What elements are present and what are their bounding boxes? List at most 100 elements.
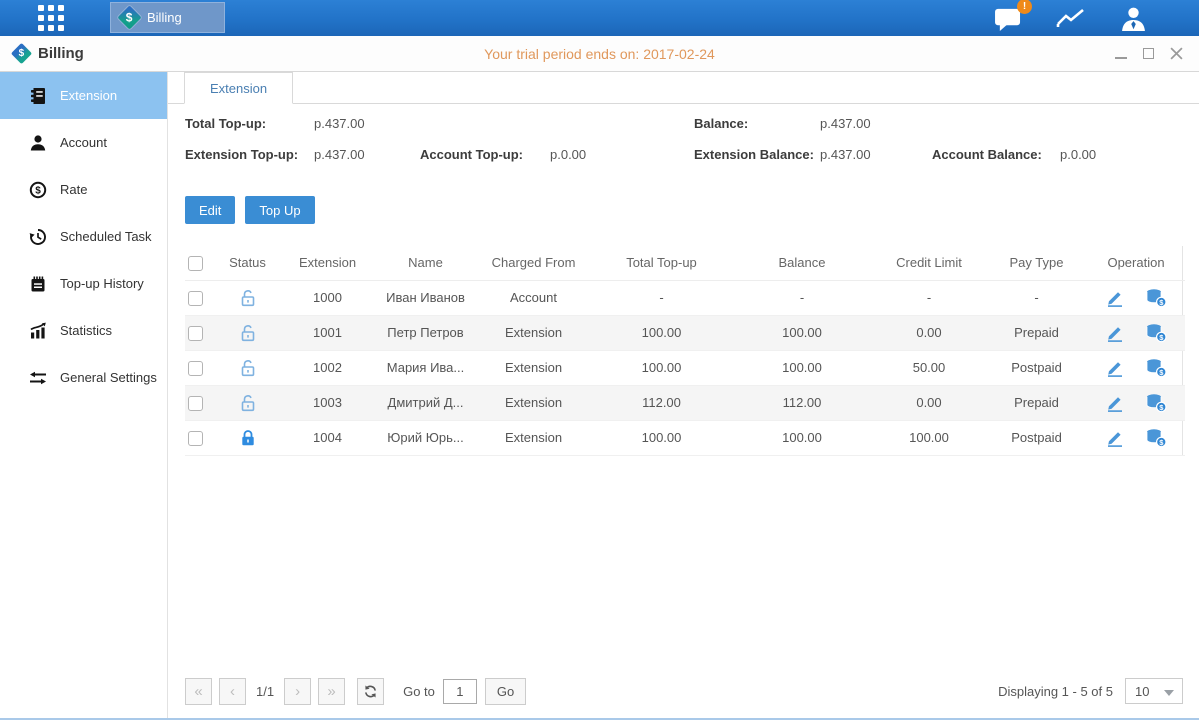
- close-button[interactable]: [1170, 47, 1183, 60]
- general-settings-sliders-icon: [29, 369, 47, 387]
- row-topup-icon[interactable]: $: [1145, 323, 1167, 343]
- col-header-balance: Balance: [732, 246, 872, 280]
- cell-extension: 1000: [280, 280, 375, 315]
- col-header-name: Name: [375, 246, 476, 280]
- refresh-button[interactable]: [357, 678, 384, 705]
- row-topup-icon[interactable]: $: [1145, 288, 1167, 308]
- sidebar-item-rate[interactable]: $ Rate: [0, 166, 167, 213]
- row-checkbox[interactable]: [188, 291, 203, 306]
- table-row[interactable]: 1004 Юрий Юрь... Extension 100.00 100.00…: [185, 420, 1185, 455]
- cell-pay-type: Postpaid: [986, 350, 1087, 385]
- cell-name: Дмитрий Д...: [375, 385, 476, 420]
- balance-value: p.437.00: [820, 116, 871, 131]
- sidebar-item-label: Extension: [60, 88, 117, 103]
- chevron-down-icon: [1164, 690, 1174, 696]
- page-size-value: 10: [1135, 684, 1149, 699]
- sidebar-item-label: Account: [60, 135, 107, 150]
- row-checkbox[interactable]: [188, 361, 203, 376]
- sidebar-item-account[interactable]: Account: [0, 119, 167, 166]
- table-row[interactable]: 1003 Дмитрий Д... Extension 112.00 112.0…: [185, 385, 1185, 420]
- cell-name: Мария Ива...: [375, 350, 476, 385]
- row-edit-icon[interactable]: [1105, 323, 1125, 343]
- pagination-bar: « ‹ 1/1 › » Go to Go Displaying 1 - 5 of…: [168, 674, 1199, 718]
- app-tab-label: Billing: [147, 10, 182, 25]
- row-topup-icon[interactable]: $: [1145, 428, 1167, 448]
- notification-badge: !: [1017, 0, 1032, 14]
- cell-credit-limit: 100.00: [872, 420, 986, 455]
- row-checkbox[interactable]: [188, 326, 203, 341]
- billing-dollar-diamond-icon: $: [117, 5, 141, 29]
- select-all-checkbox[interactable]: [188, 256, 203, 271]
- extension-table: Status Extension Name Charged From Total…: [185, 246, 1183, 456]
- col-header-charged-from: Charged From: [476, 246, 591, 280]
- cell-charged-from: Extension: [476, 315, 591, 350]
- cell-total-topup: 100.00: [591, 315, 732, 350]
- row-topup-icon[interactable]: $: [1145, 393, 1167, 413]
- extension-topup-label: Extension Top-up:: [185, 147, 298, 162]
- col-header-operation: Operation: [1087, 246, 1185, 280]
- cell-credit-limit: 0.00: [872, 315, 986, 350]
- unlocked-icon: [238, 288, 258, 308]
- sidebar-item-topup-history[interactable]: Top-up History: [0, 260, 167, 307]
- unlocked-icon: [238, 358, 258, 378]
- cell-charged-from: Extension: [476, 350, 591, 385]
- cell-operation: $: [1087, 315, 1185, 350]
- sidebar-item-scheduled-task[interactable]: Scheduled Task: [0, 213, 167, 260]
- goto-label: Go to: [403, 684, 435, 699]
- sidebar-item-label: Rate: [60, 182, 87, 197]
- app-launcher-icon[interactable]: [38, 5, 65, 32]
- billing-app-window: $ Billing ! $ Billing Your trial period …: [0, 0, 1199, 720]
- goto-page-input[interactable]: [443, 679, 477, 704]
- cell-pay-type: Postpaid: [986, 420, 1087, 455]
- table-row[interactable]: 1002 Мария Ива... Extension 100.00 100.0…: [185, 350, 1185, 385]
- cell-name: Юрий Юрь...: [375, 420, 476, 455]
- next-page-button[interactable]: ›: [284, 678, 311, 705]
- edit-button[interactable]: Edit: [185, 196, 235, 224]
- last-page-button[interactable]: »: [318, 678, 345, 705]
- cell-total-topup: -: [591, 280, 732, 315]
- user-account-icon[interactable]: [1120, 6, 1147, 31]
- cell-pay-type: Prepaid: [986, 385, 1087, 420]
- row-topup-icon[interactable]: $: [1145, 358, 1167, 378]
- sidebar-item-label: Top-up History: [60, 276, 144, 291]
- extension-topup-value: p.437.00: [314, 147, 365, 162]
- cell-extension: 1001: [280, 315, 375, 350]
- row-edit-icon[interactable]: [1105, 428, 1125, 448]
- table-header-row: Status Extension Name Charged From Total…: [185, 246, 1185, 280]
- cell-pay-type: Prepaid: [986, 315, 1087, 350]
- page-size-select[interactable]: 10: [1125, 678, 1183, 704]
- prev-page-button[interactable]: ‹: [219, 678, 246, 705]
- sidebar-item-extension[interactable]: Extension: [0, 72, 167, 119]
- status-cell: [215, 280, 280, 315]
- topup-history-notepad-icon: [29, 275, 47, 293]
- topup-button[interactable]: Top Up: [245, 196, 314, 224]
- cell-charged-from: Extension: [476, 420, 591, 455]
- minimize-button[interactable]: [1115, 49, 1127, 59]
- trial-notice: Your trial period ends on: 2017-02-24: [0, 46, 1199, 62]
- row-edit-icon[interactable]: [1105, 288, 1125, 308]
- maximize-button[interactable]: [1143, 48, 1154, 59]
- col-header-credit-limit: Credit Limit: [872, 246, 986, 280]
- sidebar-item-general-settings[interactable]: General Settings: [0, 354, 167, 401]
- first-page-button[interactable]: «: [185, 678, 212, 705]
- main-panel: Extension Total Top-up: p.437.00 Balance…: [168, 72, 1199, 718]
- cell-extension: 1002: [280, 350, 375, 385]
- row-edit-icon[interactable]: [1105, 358, 1125, 378]
- reports-chart-icon[interactable]: [1056, 7, 1087, 30]
- col-header-status: Status: [215, 246, 280, 280]
- cell-total-topup: 100.00: [591, 420, 732, 455]
- messages-icon[interactable]: !: [994, 6, 1023, 31]
- cell-total-topup: 100.00: [591, 350, 732, 385]
- row-edit-icon[interactable]: [1105, 393, 1125, 413]
- sidebar-item-statistics[interactable]: Statistics: [0, 307, 167, 354]
- row-checkbox[interactable]: [188, 396, 203, 411]
- unlocked-icon: [238, 393, 258, 413]
- tab-extension[interactable]: Extension: [184, 72, 293, 104]
- app-tab-billing[interactable]: $ Billing: [110, 2, 225, 33]
- account-person-icon: [29, 134, 47, 152]
- row-checkbox[interactable]: [188, 431, 203, 446]
- table-row[interactable]: 1001 Петр Петров Extension 100.00 100.00…: [185, 315, 1185, 350]
- go-button[interactable]: Go: [485, 678, 526, 705]
- toolbar: Edit Top Up: [185, 196, 1199, 224]
- table-row[interactable]: 1000 Иван Иванов Account - - - - $: [185, 280, 1185, 315]
